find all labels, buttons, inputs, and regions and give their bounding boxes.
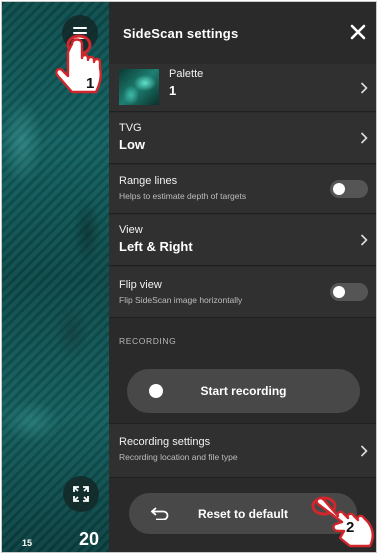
palette-row[interactable]: Palette 1: [109, 64, 376, 112]
palette-preview: [119, 69, 159, 105]
chevron-right-icon: [360, 81, 368, 94]
toggle-knob: [333, 286, 345, 298]
undo-icon: [151, 507, 169, 520]
panel-header: SideScan settings: [109, 2, 376, 64]
start-recording-button[interactable]: Start recording: [127, 369, 360, 413]
reset-to-default-button[interactable]: Reset to default: [129, 493, 357, 534]
recording-section-header: RECORDING: [119, 336, 177, 346]
record-dot-icon: [149, 384, 163, 398]
range-scale-value: 20: [79, 529, 100, 549]
range-scale-small: 15: [22, 538, 33, 548]
flip-view-toggle[interactable]: [330, 283, 368, 301]
view-row[interactable]: View Left & Right: [109, 215, 376, 266]
menu-button[interactable]: [62, 15, 98, 51]
view-value: Left & Right: [119, 239, 193, 254]
range-lines-row: Range lines Helps to estimate depth of t…: [109, 165, 376, 214]
reset-to-default-label: Reset to default: [197, 506, 288, 521]
chevron-right-icon: [360, 444, 368, 457]
close-icon[interactable]: [348, 22, 368, 42]
palette-value: 1: [169, 83, 177, 98]
palette-label: Palette: [169, 68, 204, 80]
hamburger-icon: [73, 27, 87, 39]
tvg-row[interactable]: TVG Low: [109, 113, 376, 164]
flip-view-row: Flip view Flip SideScan image horizontal…: [109, 267, 376, 318]
tvg-value: Low: [119, 137, 145, 152]
recording-settings-label: Recording settings: [119, 436, 211, 448]
panel-title: SideScan settings: [123, 25, 239, 41]
chevron-right-icon: [360, 234, 368, 246]
tvg-label: TVG: [119, 122, 142, 134]
sidescan-settings-panel: SideScan settings Palette 1 TVG Low Rang…: [109, 2, 376, 552]
expand-button[interactable]: [63, 476, 99, 512]
toggle-knob: [333, 183, 345, 195]
recording-settings-row[interactable]: Recording settings Recording location an…: [109, 423, 376, 478]
sidescan-image[interactable]: 15 20: [2, 2, 109, 552]
view-label: View: [119, 224, 143, 236]
range-lines-toggle[interactable]: [330, 180, 368, 198]
expand-icon: [73, 486, 89, 502]
chevron-right-icon: [360, 132, 368, 144]
app-frame: 15 20 SideScan settings Palette 1 TVG Lo…: [1, 1, 377, 553]
start-recording-label: Start recording: [200, 384, 287, 398]
recording-settings-description: Recording location and file type: [119, 452, 238, 462]
